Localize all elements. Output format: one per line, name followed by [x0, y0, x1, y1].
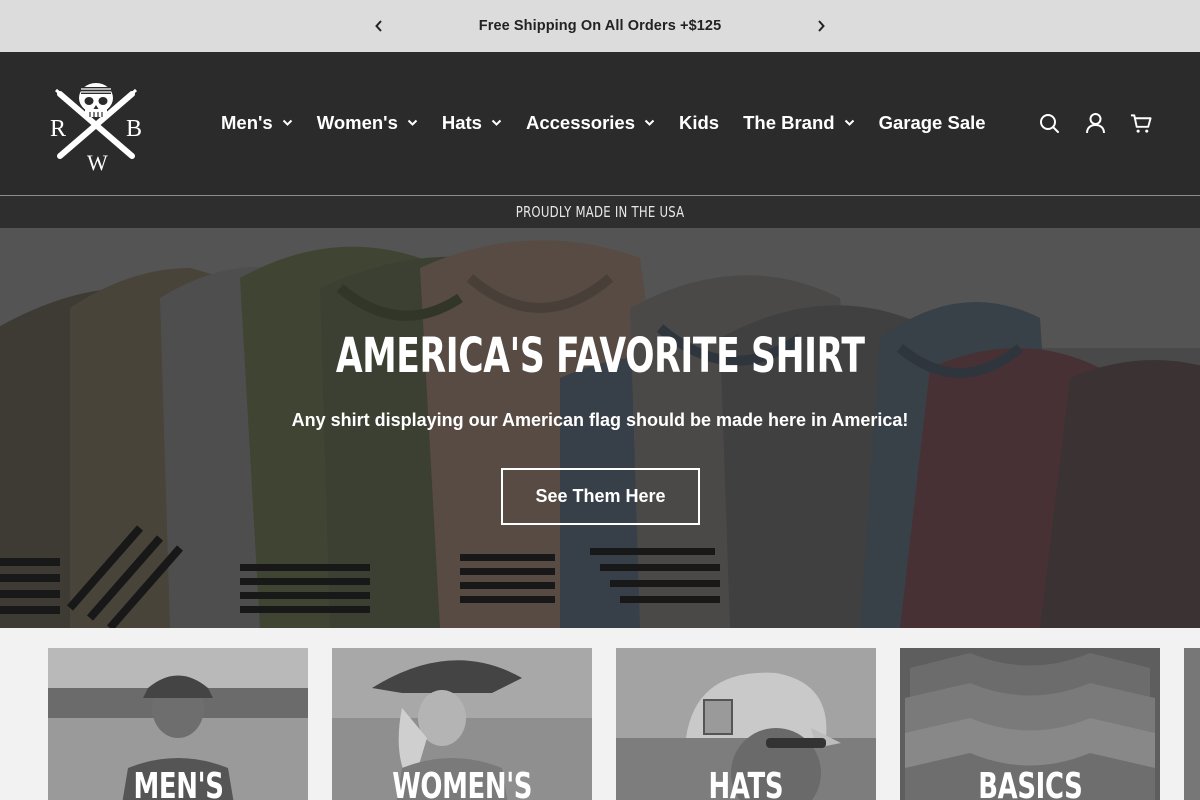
chevron-down-icon [282, 119, 293, 127]
next-category-image [1184, 648, 1200, 800]
nav-item-kids[interactable]: Kids [679, 112, 719, 134]
chevron-down-icon [407, 119, 418, 127]
chevron-down-icon [491, 119, 502, 127]
category-label-text: BASICS [977, 766, 1083, 800]
nav-item-the-brand[interactable]: The Brand [743, 112, 854, 134]
announcement-bar: Free Shipping On All Orders +$125 [0, 0, 1200, 52]
category-label-basics: BASICS [900, 766, 1160, 800]
nav-item-womens[interactable]: Women's [317, 112, 418, 134]
category-card-hats[interactable]: HATS [616, 648, 876, 800]
nav-item-garage-sale[interactable]: Garage Sale [879, 112, 986, 134]
main-nav: Men's Women's Hats Accessories Kids The … [221, 110, 986, 136]
skull-crossed-rifles-logo-icon: R B W [50, 83, 142, 175]
search-icon [1039, 113, 1059, 133]
hero-banner: AMERICA'S FAVORITE SHIRT Any shirt displ… [0, 228, 1200, 628]
nav-item-accessories[interactable]: Accessories [526, 112, 655, 134]
announcement-next-button[interactable] [809, 14, 833, 38]
account-button[interactable] [1084, 112, 1106, 134]
category-label-mens: MEN'S [48, 766, 308, 800]
nav-item-label: Kids [679, 112, 720, 133]
category-card-next-partial[interactable] [1184, 648, 1200, 800]
made-in-usa-text: PROUDLY MADE IN THE USA [515, 203, 685, 221]
chevron-down-icon [644, 119, 655, 127]
nav-item-label: The Brand [743, 112, 835, 133]
category-label-text: MEN'S [133, 766, 223, 800]
announcement-message: Free Shipping On All Orders +$125 [478, 18, 722, 34]
logo-letter-w: W [87, 150, 108, 174]
nav-item-label: Accessories [525, 112, 635, 133]
account-icon [1085, 113, 1105, 134]
cart-icon [1130, 113, 1152, 133]
logo-letter-r: R [50, 116, 66, 142]
made-in-usa-bar: PROUDLY MADE IN THE USA [0, 196, 1200, 228]
category-card-womens[interactable]: WOMEN'S [332, 648, 592, 800]
chevron-down-icon [844, 119, 855, 127]
category-label-text: HATS [708, 766, 784, 800]
nav-item-label: Men's [221, 112, 273, 133]
nav-item-mens[interactable]: Men's [221, 112, 293, 134]
site-header: R B W Men's Women's Hats Accessories Kid… [0, 52, 1200, 195]
category-label-text: WOMEN'S [392, 766, 532, 800]
hero-subtitle: Any shirt displaying our American flag s… [291, 410, 909, 430]
search-button[interactable] [1038, 112, 1060, 134]
header-actions [1038, 112, 1152, 134]
category-card-basics[interactable]: BASICS [900, 648, 1160, 800]
category-cards: MEN'S WOMEN'S HATS BASICS [0, 628, 1200, 800]
hero-title-text: AMERICA'S FAVORITE SHIRT [335, 328, 865, 384]
nav-item-label: Hats [441, 112, 482, 133]
see-them-here-button[interactable]: See Them Here [501, 468, 700, 525]
nav-item-hats[interactable]: Hats [442, 112, 502, 134]
category-card-mens[interactable]: MEN'S [48, 648, 308, 800]
nav-item-label: Women's [316, 112, 398, 133]
category-label-hats: HATS [616, 766, 876, 800]
chevron-right-icon [818, 20, 825, 32]
cart-button[interactable] [1130, 112, 1152, 134]
logo-letter-b: B [126, 116, 142, 142]
hero-title: AMERICA'S FAVORITE SHIRT [0, 328, 1200, 384]
nav-item-label: Garage Sale [878, 112, 986, 133]
brand-logo[interactable]: R B W [46, 74, 146, 175]
announcement-prev-button[interactable] [367, 14, 391, 38]
chevron-left-icon [375, 20, 382, 32]
category-label-womens: WOMEN'S [332, 766, 592, 800]
